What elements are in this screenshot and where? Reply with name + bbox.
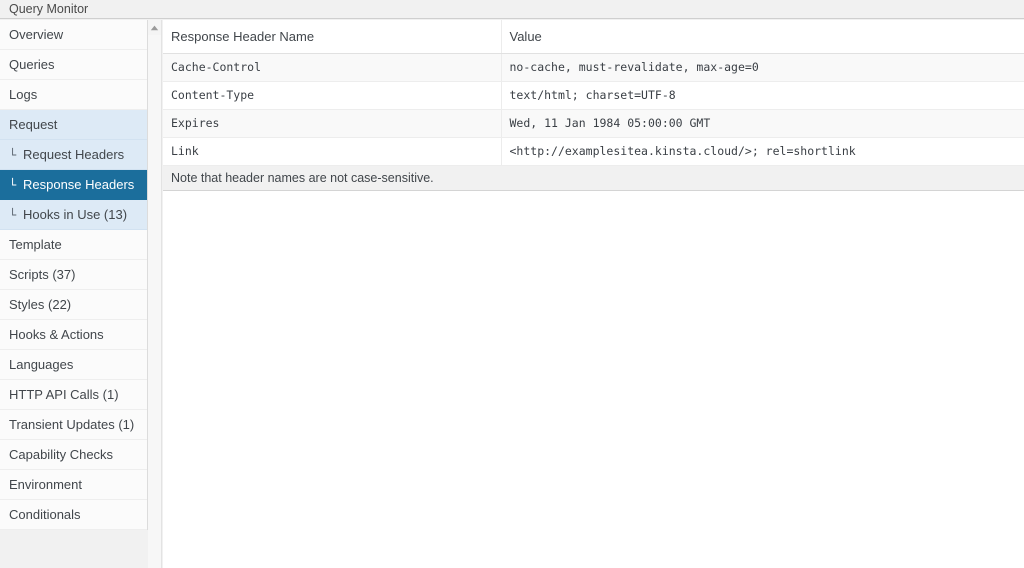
- panel-scrollbar[interactable]: [148, 20, 162, 568]
- sidebar-item-hooks-in-use[interactable]: └ Hooks in Use (13): [0, 200, 147, 230]
- header-name-cell: Link: [163, 137, 502, 166]
- response-headers-table: Response Header Name Value Cache-Control…: [163, 20, 1024, 191]
- footer-note: Note that header names are not case-sens…: [163, 164, 1024, 191]
- sidebar-item-label: Environment: [9, 477, 82, 492]
- sub-item-branch-icon: └: [9, 178, 17, 192]
- sidebar-item-label: Request Headers: [23, 147, 125, 162]
- sidebar-item-hooks-and-actions[interactable]: Hooks & Actions: [0, 320, 147, 350]
- panel-titlebar: Query Monitor: [0, 0, 1024, 19]
- table-row: Content-Type text/html; charset=UTF-8: [163, 81, 1024, 110]
- sub-item-branch-icon: └: [9, 208, 17, 222]
- header-value-cell: no-cache, must-revalidate, max-age=0: [501, 53, 1024, 82]
- scrollbar-track[interactable]: [148, 35, 161, 568]
- header-name-cell: Expires: [163, 109, 502, 138]
- sidebar-item-label: Request: [9, 117, 58, 132]
- sidebar-item-styles[interactable]: Styles (22): [0, 290, 147, 320]
- sidebar-item-request[interactable]: Request: [0, 110, 147, 140]
- sidebar-item-conditionals[interactable]: Conditionals: [0, 500, 147, 530]
- sidebar-item-label: Transient Updates (1): [9, 417, 135, 432]
- sidebar-item-label: Conditionals: [9, 507, 81, 522]
- query-monitor-panel: Query Monitor Overview Queries Logs Request…: [0, 0, 1024, 568]
- sidebar-item-label: HTTP API Calls (1): [9, 387, 119, 402]
- sidebar-nav: Overview Queries Logs Request └ Request Heade…: [0, 20, 148, 530]
- header-name-cell: Cache-Control: [163, 53, 502, 82]
- triangle-up-icon[interactable]: [148, 20, 161, 35]
- sidebar-item-logs[interactable]: Logs: [0, 80, 147, 110]
- header-value-cell: text/html; charset=UTF-8: [501, 81, 1024, 110]
- sidebar-item-response-headers[interactable]: └ Response Headers: [0, 170, 147, 200]
- sidebar-item-label: Hooks & Actions: [9, 327, 104, 342]
- table-empty-area: [163, 190, 1024, 568]
- sidebar-item-http-api-calls[interactable]: HTTP API Calls (1): [0, 380, 147, 410]
- sidebar-item-label: Languages: [9, 357, 74, 372]
- table-row: Cache-Control no-cache, must-revalidate, …: [163, 53, 1024, 82]
- sidebar-item-request-headers[interactable]: └ Request Headers: [0, 140, 147, 170]
- sub-item-branch-icon: └: [9, 148, 17, 162]
- table-body: Cache-Control no-cache, must-revalidate, …: [163, 53, 1024, 166]
- sidebar-item-template[interactable]: Template: [0, 230, 147, 260]
- header-value-cell: Wed, 11 Jan 1984 05:00:00 GMT: [501, 109, 1024, 138]
- table-row: Link <http://examplesitea.kinsta.cloud/>;…: [163, 137, 1024, 166]
- table-foot: Note that header names are not case-sens…: [163, 164, 1024, 191]
- sidebar-item-label: Template: [9, 237, 62, 252]
- table-footer-row: Note that header names are not case-sens…: [163, 164, 1024, 191]
- panel-body: Overview Queries Logs Request └ Request Heade…: [0, 20, 1024, 568]
- sidebar-item-label: Logs: [9, 87, 38, 102]
- sidebar-item-label: Scripts (37): [9, 267, 76, 282]
- sidebar-item-label: Styles (22): [9, 297, 72, 312]
- sidebar-item-label: Capability Checks: [9, 447, 114, 462]
- table-head: Response Header Name Value: [163, 20, 1024, 54]
- sidebar-item-label: Queries: [9, 57, 55, 72]
- main-content: Response Header Name Value Cache-Control…: [163, 20, 1024, 568]
- column-header-value[interactable]: Value: [501, 20, 1024, 54]
- sidebar-item-label: Overview: [9, 27, 64, 42]
- sidebar-item-languages[interactable]: Languages: [0, 350, 147, 380]
- column-header-response-header-name[interactable]: Response Header Name: [163, 20, 502, 54]
- sidebar-item-label: Hooks in Use (13): [23, 207, 128, 222]
- sidebar-region: Overview Queries Logs Request └ Request Heade…: [0, 20, 148, 568]
- sidebar-item-environment[interactable]: Environment: [0, 470, 147, 500]
- table-header-row: Response Header Name Value: [163, 20, 1024, 54]
- sidebar-item-overview[interactable]: Overview: [0, 20, 147, 50]
- table-row: Expires Wed, 11 Jan 1984 05:00:00 GMT: [163, 109, 1024, 138]
- header-name-cell: Content-Type: [163, 81, 502, 110]
- sidebar-item-label: Response Headers: [23, 177, 135, 192]
- panel-title: Query Monitor: [9, 2, 89, 16]
- sidebar-item-transient-updates[interactable]: Transient Updates (1): [0, 410, 147, 440]
- sidebar-item-queries[interactable]: Queries: [0, 50, 147, 80]
- header-value-cell: <http://examplesitea.kinsta.cloud/>; rel…: [501, 137, 1024, 166]
- sidebar-item-capability-checks[interactable]: Capability Checks: [0, 440, 147, 470]
- sidebar-item-scripts[interactable]: Scripts (37): [0, 260, 147, 290]
